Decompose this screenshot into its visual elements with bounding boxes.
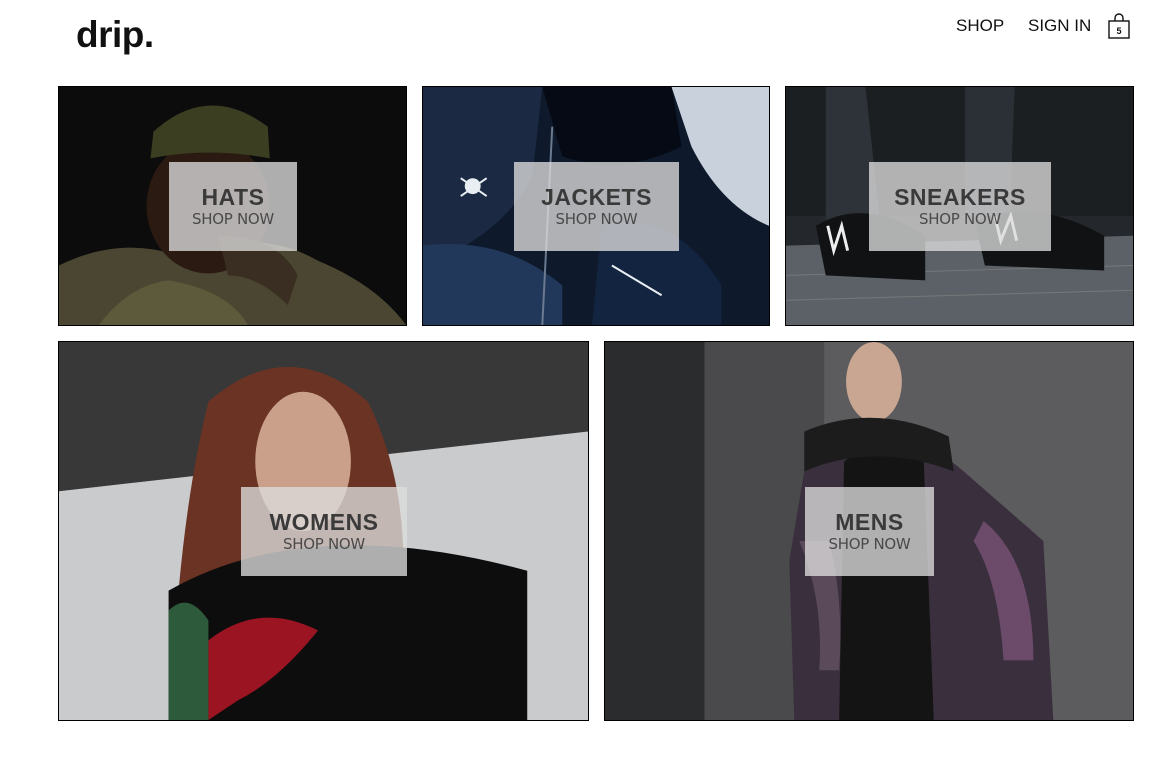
category-title: JACKETS — [541, 184, 652, 210]
category-title: MENS — [835, 509, 904, 535]
shop-now-link[interactable]: SHOP NOW — [869, 210, 1051, 228]
hats-label: HATS SHOP NOW — [169, 162, 297, 251]
category-tile-womens[interactable]: WOMENS SHOP NOW — [58, 341, 589, 721]
category-tile-jackets[interactable]: JACKETS SHOP NOW — [422, 86, 770, 326]
shop-now-link[interactable]: SHOP NOW — [241, 535, 407, 553]
womens-label: WOMENS SHOP NOW — [241, 487, 407, 576]
category-title: SNEAKERS — [894, 184, 1026, 210]
category-tile-sneakers[interactable]: SNEAKERS SHOP NOW — [785, 86, 1134, 326]
shop-now-link[interactable]: SHOP NOW — [169, 210, 297, 228]
cart-count-badge: 5 — [1116, 26, 1122, 36]
cart-button[interactable]: 5 — [1107, 13, 1131, 39]
category-tile-mens[interactable]: MENS SHOP NOW — [604, 341, 1134, 721]
category-title: WOMENS — [269, 509, 379, 535]
site-logo[interactable]: drip. — [76, 14, 154, 56]
jackets-label: JACKETS SHOP NOW — [514, 162, 679, 251]
category-title: HATS — [201, 184, 265, 210]
nav-sign-in-link[interactable]: SIGN IN — [1028, 16, 1091, 36]
mens-label: MENS SHOP NOW — [805, 487, 934, 576]
shop-now-link[interactable]: SHOP NOW — [805, 535, 934, 553]
shop-now-link[interactable]: SHOP NOW — [514, 210, 679, 228]
category-tile-hats[interactable]: HATS SHOP NOW — [58, 86, 407, 326]
site-header: drip. SHOP SIGN IN 5 — [0, 0, 1173, 80]
nav-shop-link[interactable]: SHOP — [956, 16, 1004, 36]
sneakers-label: SNEAKERS SHOP NOW — [869, 162, 1051, 251]
